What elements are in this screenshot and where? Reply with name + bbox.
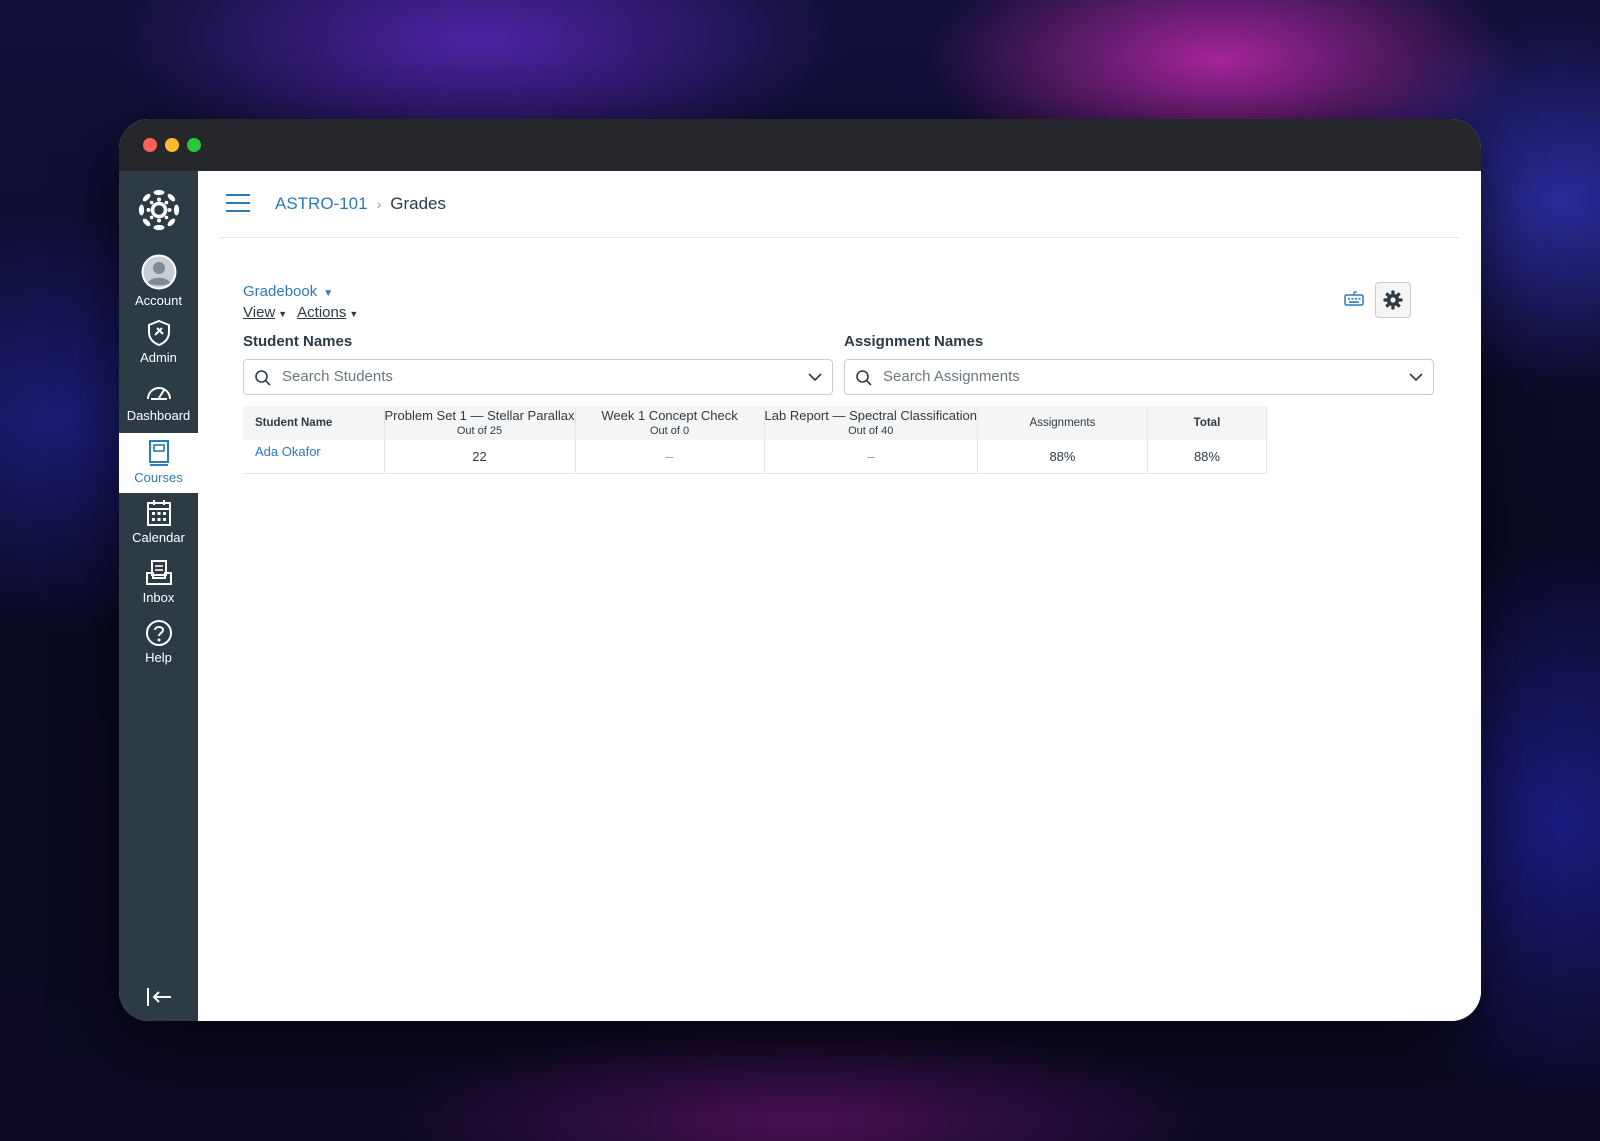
caret-down-icon: ▼: [323, 288, 334, 299]
student-search-combobox[interactable]: [243, 359, 833, 395]
nav-label-calendar: Calendar: [132, 530, 185, 545]
gradebook-grid: Student Name Problem Set 1 — Stellar Par…: [243, 406, 1267, 474]
assignment-header-title: Problem Set 1 — Stellar Parallax: [384, 408, 575, 423]
gradebook-menu[interactable]: Gradebook ▼: [243, 283, 333, 300]
minimize-window-button[interactable]: [165, 138, 179, 152]
search-icon: [255, 370, 271, 386]
nav-label-courses: Courses: [134, 470, 183, 485]
nav-label-dashboard: Dashboard: [126, 408, 191, 423]
caret-down-icon: ▼: [278, 309, 288, 319]
nav-item-inbox[interactable]: Inbox: [119, 553, 198, 613]
main-content: ASTRO-101 › Grades Gradebook ▼ View ▼ Acti…: [198, 171, 1481, 1021]
assignment-group-grade-cell: 88%: [977, 440, 1148, 474]
book-icon: [148, 440, 169, 466]
student-name-header[interactable]: Student Name: [243, 406, 385, 440]
grade-cell[interactable]: –: [764, 440, 978, 474]
nav-label-admin: Admin: [140, 350, 177, 365]
course-header: ASTRO-101 › Grades: [220, 171, 1459, 238]
nav-item-help[interactable]: Help: [119, 613, 198, 673]
breadcrumb-course-link[interactable]: ASTRO-101: [275, 194, 368, 214]
assignment-header-points: Out of 25: [456, 425, 503, 437]
assignment-group-header[interactable]: Assignments: [977, 406, 1148, 440]
grade-cell[interactable]: 22: [384, 440, 576, 474]
global-nav-rail: Account Admin Dashboard Courses Calendar…: [119, 171, 198, 1021]
nav-label-inbox: Inbox: [142, 590, 175, 605]
calendar-icon: [146, 500, 171, 526]
actions-menu-label: Actions: [297, 304, 347, 321]
student-search-input[interactable]: [282, 368, 782, 385]
student-names-label: Student Names: [243, 333, 353, 350]
nav-item-calendar[interactable]: Calendar: [119, 493, 198, 553]
nav-item-admin[interactable]: Admin: [119, 313, 198, 373]
assignment-header-title: Lab Report — Spectral Classification: [764, 408, 977, 423]
view-menu[interactable]: View ▼: [243, 304, 287, 321]
assignment-names-label: Assignment Names: [844, 333, 984, 350]
nav-item-courses[interactable]: Courses: [119, 433, 198, 493]
nav-label-help: Help: [145, 650, 172, 665]
search-icon: [856, 370, 872, 386]
window-titlebar: [119, 119, 1481, 171]
actions-menu[interactable]: Actions ▼: [297, 304, 358, 321]
nav-item-account[interactable]: Account: [119, 248, 198, 308]
breadcrumb: ASTRO-101 › Grades: [275, 194, 446, 214]
help-icon: [145, 620, 172, 646]
assignment-header-points: Out of 40: [848, 425, 894, 437]
breadcrumb-separator-icon: ›: [376, 196, 382, 212]
keyboard-shortcuts-icon[interactable]: [1343, 289, 1365, 307]
grid-header-row: Student Name Problem Set 1 — Stellar Par…: [243, 406, 1267, 440]
speedometer-icon: [146, 387, 171, 400]
assignment-header[interactable]: Lab Report — Spectral Classification Out…: [764, 406, 978, 440]
assignment-header[interactable]: Problem Set 1 — Stellar Parallax Out of …: [384, 406, 576, 440]
nav-item-dashboard[interactable]: Dashboard: [119, 373, 198, 433]
gradebook-toolbar: View ▼ Actions ▼: [243, 304, 358, 321]
student-name-link[interactable]: Ada Okafor: [243, 440, 385, 474]
assignment-header-points: Out of 0: [649, 425, 690, 437]
view-menu-label: View: [243, 304, 276, 321]
assignment-header-title: Week 1 Concept Check: [601, 408, 738, 423]
course-menu-toggle[interactable]: [226, 194, 250, 214]
account-avatar-icon: [141, 254, 176, 290]
browser-window: Account Admin Dashboard Courses Calendar…: [119, 119, 1481, 1021]
canvas-logo-icon[interactable]: [138, 189, 180, 231]
chevron-down-icon[interactable]: [808, 372, 822, 382]
inbox-icon: [145, 560, 172, 585]
student-row: Ada Okafor 22 – – 88% 88%: [243, 440, 1267, 474]
nav-label-account: Account: [135, 293, 182, 308]
chevron-down-icon[interactable]: [1409, 372, 1423, 382]
total-grade-header[interactable]: Total: [1147, 406, 1267, 440]
grade-cell[interactable]: –: [575, 440, 765, 474]
assignment-search-input[interactable]: [883, 368, 1383, 385]
caret-down-icon: ▼: [349, 309, 359, 319]
close-window-button[interactable]: [143, 138, 157, 152]
assignment-header[interactable]: Week 1 Concept Check Out of 0: [575, 406, 765, 440]
gear-icon: [1383, 290, 1403, 310]
gradebook-settings-button[interactable]: [1375, 282, 1411, 318]
gradebook-menu-label: Gradebook: [243, 283, 318, 300]
maximize-window-button[interactable]: [187, 138, 201, 152]
collapse-nav-icon[interactable]: [144, 985, 174, 1009]
breadcrumb-current: Grades: [390, 194, 447, 213]
total-grade-cell: 88%: [1147, 440, 1267, 474]
shield-icon: [147, 319, 170, 347]
assignment-search-combobox[interactable]: [844, 359, 1434, 395]
